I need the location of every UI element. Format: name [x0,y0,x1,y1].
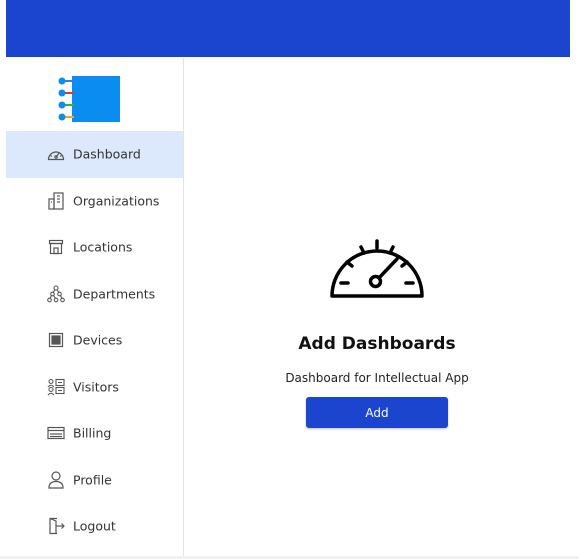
sidebar-item-profile[interactable]: Profile [6,457,183,504]
sidebar-item-devices[interactable]: Devices [6,317,183,364]
sidebar-item-label: Billing [73,425,112,441]
page-subtitle: Dashboard for Intellectual App [285,371,469,385]
visitors-icon [46,377,66,397]
sidebar-item-locations[interactable]: Locations [6,224,183,271]
speedometer-icon [330,232,424,300]
sidebar: Dashboard Organizations Locations Depart… [6,58,184,559]
sidebar-nav: Dashboard Organizations Locations Depart… [6,131,183,550]
device-grid-icon [46,330,66,350]
sidebar-item-billing[interactable]: Billing [6,410,183,457]
main-content: Add Dashboards Dashboard for Intellectua… [184,58,570,559]
sidebar-item-visitors[interactable]: Visitors [6,364,183,411]
sidebar-item-organizations[interactable]: Organizations [6,178,183,225]
card-icon [46,423,66,443]
top-header-bar [6,0,570,57]
sidebar-item-departments[interactable]: Departments [6,271,183,318]
page-title: Add Dashboards [298,334,456,354]
sidebar-item-label: Logout [73,518,116,534]
hierarchy-icon [46,284,66,304]
sidebar-item-logout[interactable]: Logout [6,503,183,550]
app-logo[interactable] [58,76,120,124]
speedometer-icon [46,144,66,164]
sidebar-item-label: Organizations [73,193,160,209]
add-dashboard-button[interactable]: Add [306,397,448,428]
building-icon [46,191,66,211]
sidebar-item-label: Devices [73,332,123,348]
sidebar-item-label: Locations [73,239,133,255]
sidebar-item-label: Visitors [73,379,119,395]
sidebar-item-dashboard[interactable]: Dashboard [6,131,183,178]
sidebar-item-label: Profile [73,472,112,488]
store-icon [46,237,66,257]
user-icon [46,470,66,490]
sidebar-item-label: Dashboard [73,146,141,162]
logout-icon [46,516,66,536]
sidebar-item-label: Departments [73,286,156,302]
